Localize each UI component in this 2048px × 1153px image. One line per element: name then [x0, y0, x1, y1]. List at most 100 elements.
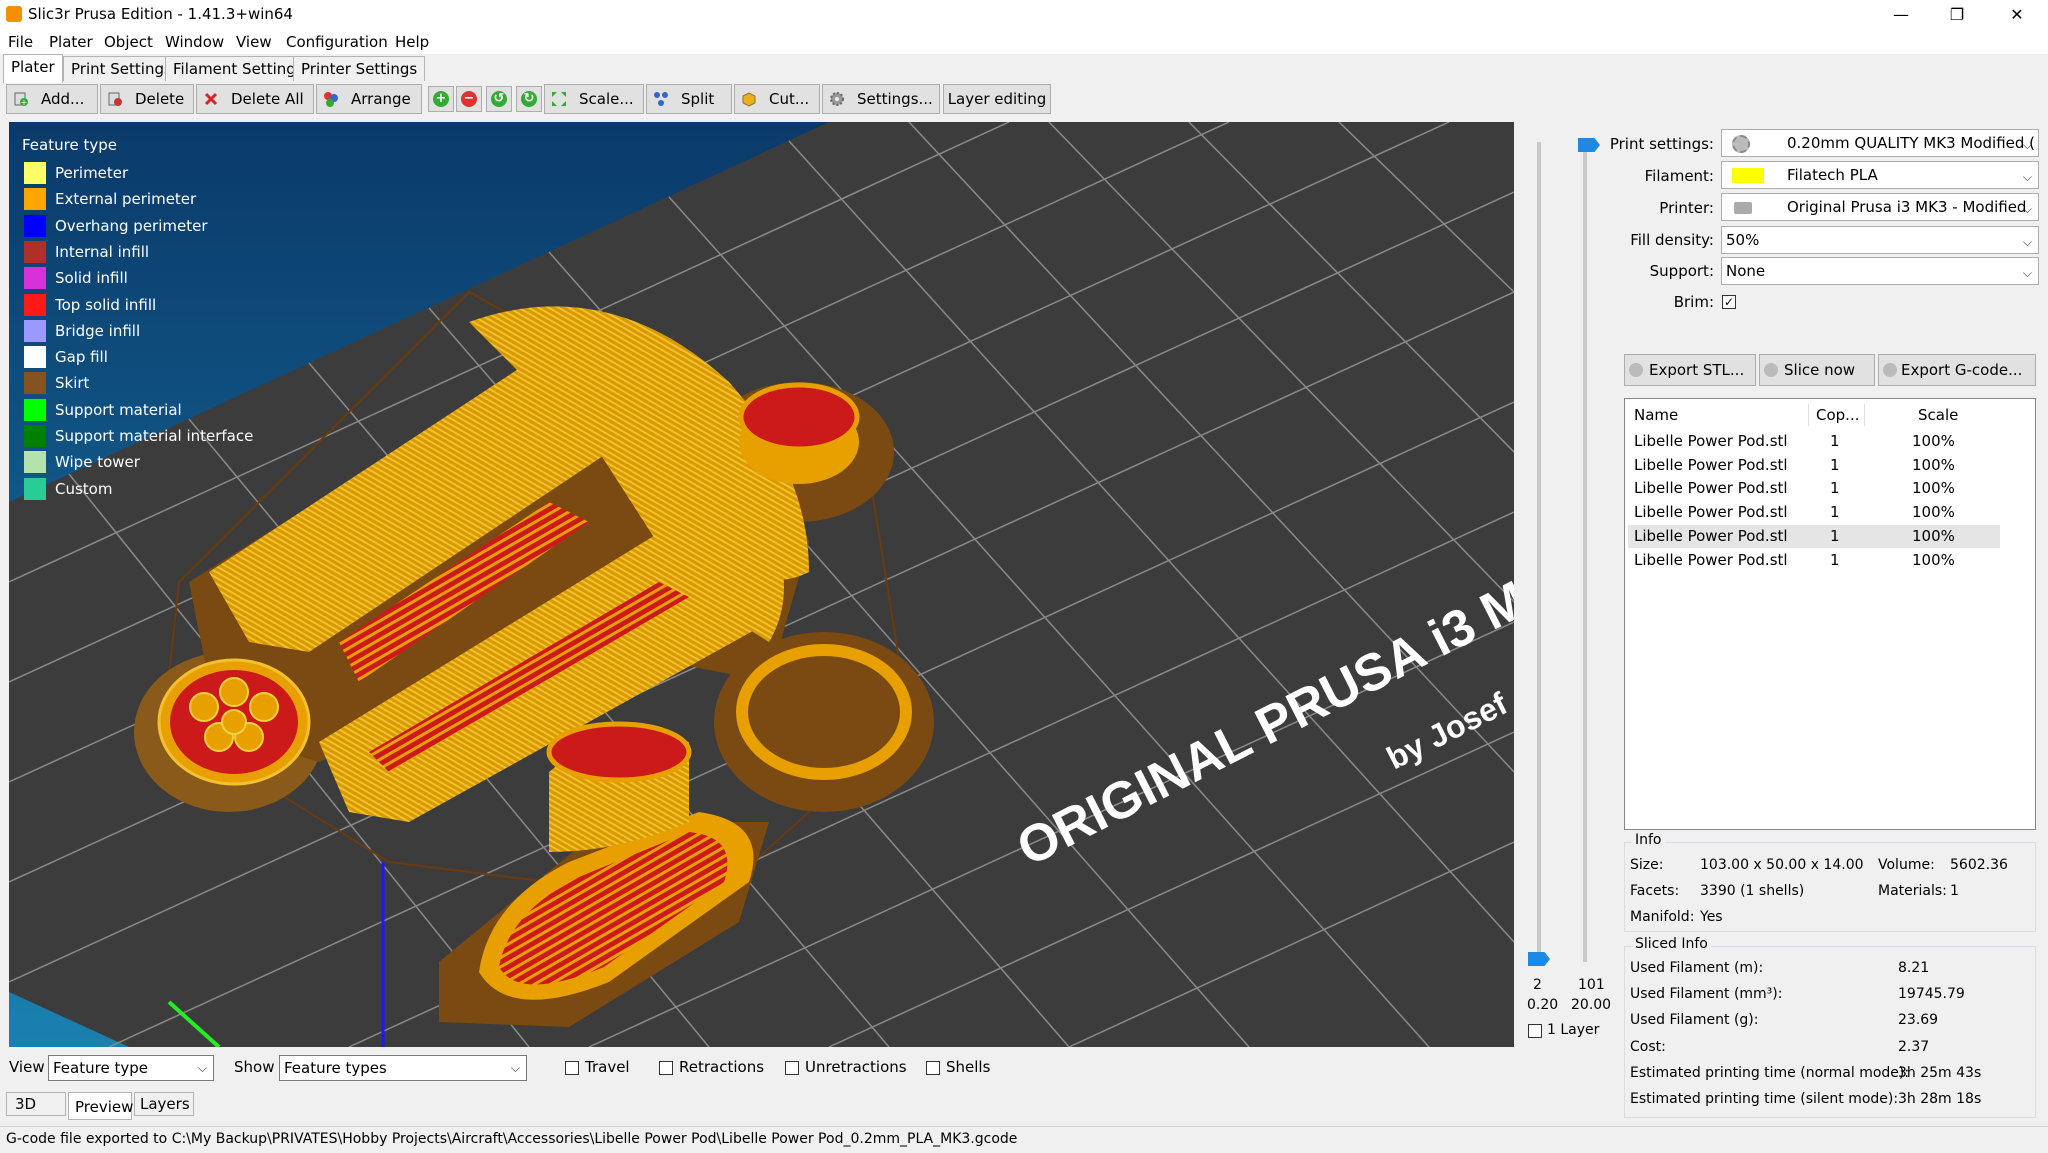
minimize-button[interactable]: —: [1878, 0, 1924, 30]
close-button[interactable]: ✕: [1994, 0, 2040, 30]
export-gcode-label: Export G-code...: [1901, 361, 2023, 379]
support-select[interactable]: None ⌵: [1721, 257, 2039, 285]
object-name: Libelle Power Pod.stl: [1634, 479, 1788, 498]
legend-swatch: [24, 398, 46, 421]
object-scale: 100%: [1912, 455, 1955, 474]
menu-window[interactable]: Window: [165, 33, 224, 51]
maximize-button[interactable]: ❐: [1934, 0, 1980, 30]
tab-layers[interactable]: Layers: [134, 1092, 194, 1116]
menu-object[interactable]: Object: [104, 33, 153, 51]
rotate-ccw-button[interactable]: ↺: [486, 86, 512, 112]
materials-label: Materials:: [1878, 883, 1947, 899]
object-scale: 100%: [1912, 526, 1955, 545]
upper-layer-number: 101: [1578, 977, 1605, 993]
print-settings-label: Print settings:: [1609, 135, 1714, 153]
scale-button-label: Scale...: [579, 90, 634, 108]
chevron-down-icon: ⌵: [2022, 266, 2032, 280]
object-row[interactable]: Libelle Power Pod.stl 1 100%: [1628, 549, 2000, 572]
sliced-info-value: 23.69: [1898, 1012, 1939, 1029]
menu-help[interactable]: Help: [395, 33, 429, 51]
menu-plater[interactable]: Plater: [49, 33, 93, 51]
sliced-info-value: 3h 28m 18s: [1898, 1091, 1982, 1107]
sliced-info-label: Estimated printing time (normal mode):: [1630, 1064, 1910, 1081]
scale-button[interactable]: Scale...: [544, 84, 644, 114]
cut-button[interactable]: Cut...: [734, 84, 820, 114]
legend-swatch: [24, 477, 46, 500]
object-row[interactable]: Libelle Power Pod.stl 1 100%: [1628, 454, 2000, 477]
legend-label: Solid infill: [55, 269, 128, 288]
app-logo-icon: [6, 6, 22, 22]
column-header-scale[interactable]: Scale: [1918, 406, 1958, 424]
brim-checkbox[interactable]: ✓: [1722, 295, 1736, 309]
object-row[interactable]: Libelle Power Pod.stl 1 100%: [1628, 501, 2000, 524]
lower-layer-number: 2: [1533, 977, 1542, 993]
add-button[interactable]: + Add...: [6, 84, 98, 114]
column-header-name[interactable]: Name: [1634, 406, 1678, 424]
object-scale: 100%: [1912, 503, 1955, 522]
arrange-button[interactable]: Arrange: [316, 84, 422, 114]
menu-view[interactable]: View: [236, 33, 272, 51]
tab-printer-settings[interactable]: Printer Settings: [293, 56, 426, 81]
cut-box-icon: [742, 92, 756, 107]
legend-label: Wipe tower: [55, 453, 140, 472]
export-stl-button[interactable]: Export STL...: [1624, 354, 1756, 386]
one-layer-checkbox[interactable]: [1528, 1024, 1542, 1038]
legend-swatch: [24, 451, 46, 474]
window-title: Slic3r Prusa Edition - 1.41.3+win64: [28, 5, 293, 23]
object-row[interactable]: Libelle Power Pod.stl 1 100%: [1628, 524, 2000, 548]
object-name: Libelle Power Pod.stl: [1634, 503, 1788, 522]
view-select[interactable]: Feature type ⌵: [48, 1055, 214, 1081]
print-settings-select[interactable]: 0.20mm QUALITY MK3 Modified ( ⌵: [1721, 129, 2039, 157]
object-row[interactable]: Libelle Power Pod.stl 1 100%: [1628, 477, 2000, 500]
size-value: 103.00 x 50.00 x 14.00: [1700, 857, 1864, 873]
legend-swatch: [24, 319, 46, 342]
object-copies: 1: [1830, 432, 1840, 450]
tab-3d[interactable]: 3D: [6, 1092, 66, 1116]
delete-all-button-label: Delete All: [231, 90, 304, 108]
column-divider: [1864, 404, 1865, 426]
arrange-button-label: Arrange: [351, 90, 411, 108]
travel-label: Travel: [585, 1058, 630, 1076]
legend-swatch: [24, 425, 46, 447]
manifold-value: Yes: [1700, 909, 1723, 925]
filament-value: Filatech PLA: [1787, 166, 1878, 184]
split-button[interactable]: Split: [646, 84, 732, 114]
lower-slider-track[interactable]: [1537, 142, 1541, 962]
sliced-info-label: Used Filament (m):: [1630, 960, 1764, 976]
support-label: Support:: [1649, 262, 1714, 280]
facets-value: 3390 (1 shells): [1700, 883, 1805, 899]
menu-configuration[interactable]: Configuration: [286, 33, 388, 51]
volume-label: Volume:: [1878, 857, 1935, 873]
travel-checkbox[interactable]: [565, 1061, 579, 1075]
retractions-checkbox[interactable]: [659, 1061, 673, 1075]
export-gcode-button[interactable]: Export G-code...: [1878, 354, 2036, 386]
menu-file[interactable]: File: [8, 33, 33, 51]
tab-filament-settings[interactable]: Filament Settings: [165, 56, 312, 81]
tab-preview[interactable]: Preview: [68, 1092, 133, 1120]
layer-editing-button[interactable]: Layer editing: [943, 84, 1051, 114]
settings-button[interactable]: Settings...: [822, 84, 940, 114]
legend-label: Support material: [55, 400, 182, 419]
tab-print-settings[interactable]: Print Settings: [63, 56, 180, 81]
rotate-cw-button[interactable]: ↻: [516, 86, 542, 112]
delete-button[interactable]: Delete: [100, 84, 194, 114]
object-row[interactable]: Libelle Power Pod.stl 1 100%: [1628, 430, 2000, 453]
slice-now-button[interactable]: Slice now: [1759, 354, 1875, 386]
tab-plater[interactable]: Plater: [3, 54, 63, 83]
sliced-info-title: Sliced Info: [1632, 936, 1711, 952]
sliced-info-label: Cost:: [1630, 1038, 1666, 1055]
filament-select[interactable]: Filatech PLA ⌵: [1721, 161, 2039, 189]
shells-checkbox[interactable]: [926, 1061, 940, 1075]
cut-button-label: Cut...: [769, 90, 810, 108]
preview-viewport[interactable]: ORIGINAL PRUSA i3 M by Josef: [9, 122, 1514, 1047]
show-select[interactable]: Feature types ⌵: [279, 1055, 527, 1081]
column-header-copies[interactable]: Cop...: [1816, 406, 1859, 424]
fill-density-select[interactable]: 50% ⌵: [1721, 226, 2039, 254]
printer-select[interactable]: Original Prusa i3 MK3 - Modified ⌵: [1721, 193, 2039, 221]
increase-copies-button[interactable]: +: [428, 86, 454, 112]
decrease-copies-button[interactable]: −: [456, 86, 482, 112]
unretractions-checkbox[interactable]: [785, 1061, 799, 1075]
delete-all-button[interactable]: Delete All: [196, 84, 314, 114]
legend-label: Skirt: [55, 374, 90, 393]
checkmark-icon: ✓: [1723, 295, 1735, 309]
